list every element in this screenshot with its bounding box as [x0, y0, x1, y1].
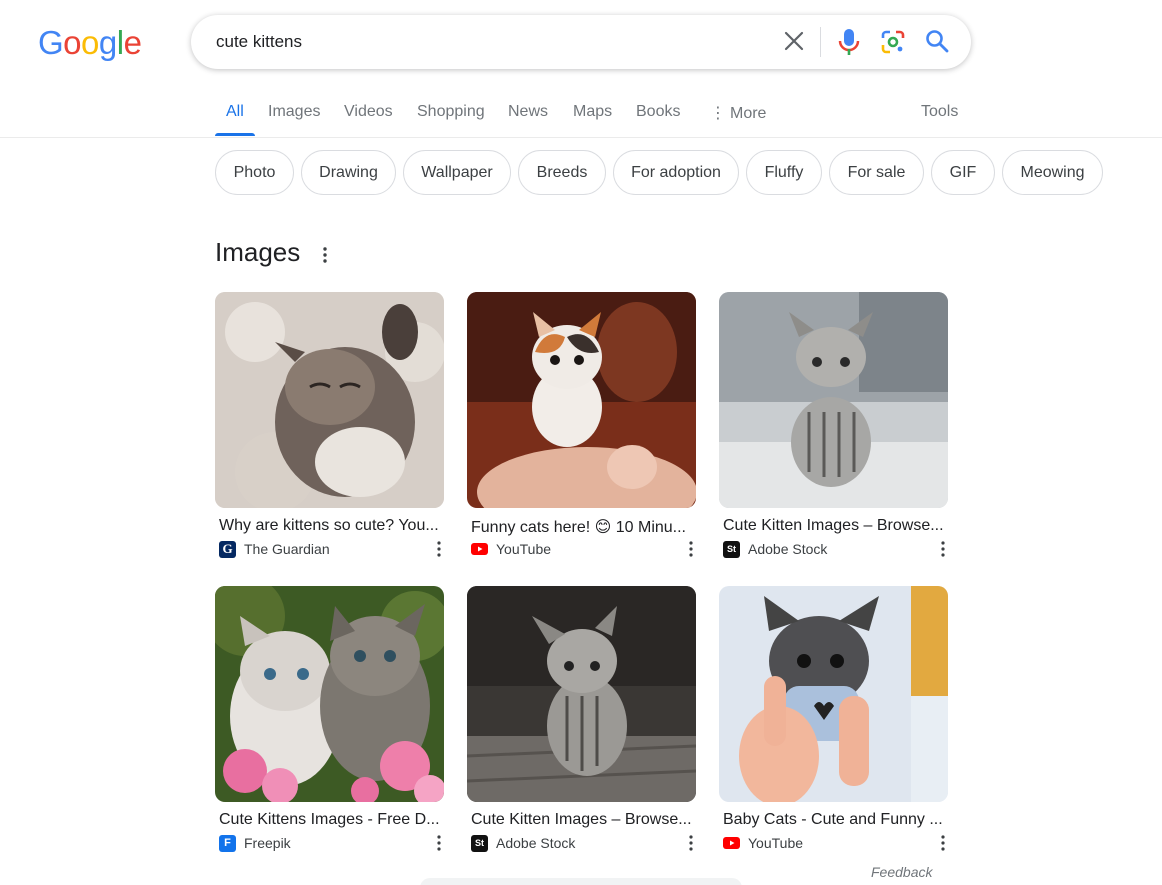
chip-meowing[interactable]: Meowing [1002, 150, 1103, 195]
search-input[interactable]: cute kittens [216, 32, 302, 52]
source-name: The Guardian [244, 541, 330, 557]
chip-for-sale[interactable]: For sale [829, 150, 924, 195]
tab-more-label: More [730, 105, 767, 122]
search-icon[interactable] [924, 28, 950, 54]
youtube-icon [471, 541, 488, 558]
more-vert-icon[interactable] [687, 834, 695, 852]
tools-button[interactable]: Tools [921, 103, 958, 121]
logo-letter: g [98, 24, 117, 61]
source-name: Freepik [244, 835, 291, 851]
image-result[interactable]: Cute Kitten Images – Browse... St Adobe … [467, 586, 696, 852]
chip-fluffy[interactable]: Fluffy [746, 150, 822, 195]
chip-drawing[interactable]: Drawing [301, 150, 396, 195]
more-vert-icon[interactable] [435, 834, 443, 852]
feedback-link[interactable]: Feedback [871, 864, 932, 880]
show-more-button[interactable] [420, 878, 742, 885]
image-result[interactable]: Baby Cats - Cute and Funny ... YouTube [719, 586, 948, 851]
more-vert-icon: ⋮ [710, 105, 726, 122]
logo-letter: o [81, 24, 99, 61]
tab-news[interactable]: News [508, 103, 548, 121]
source-name: YouTube [748, 835, 804, 851]
google-logo[interactable]: Google [38, 24, 142, 62]
search-divider [820, 27, 821, 57]
logo-letter: o [63, 24, 82, 61]
guardian-icon: G [219, 540, 236, 558]
google-lens-icon[interactable] [880, 29, 906, 55]
image-result[interactable]: Cute Kitten Images – Browse... St Adobe … [719, 292, 948, 558]
logo-letter: l [116, 24, 124, 61]
source-name: Adobe Stock [748, 541, 828, 557]
tab-images[interactable]: Images [268, 103, 320, 121]
result-title[interactable]: Why are kittens so cute? You... [219, 517, 441, 535]
chip-photo[interactable]: Photo [215, 150, 294, 195]
more-vert-icon[interactable] [318, 245, 332, 265]
logo-letter: e [123, 24, 142, 61]
adobe-stock-icon: St [723, 540, 740, 558]
chip-wallpaper[interactable]: Wallpaper [403, 150, 511, 195]
microphone-icon[interactable] [836, 27, 862, 57]
kitten-thumbnail[interactable] [215, 292, 444, 508]
source-name: Adobe Stock [496, 835, 576, 851]
image-result[interactable]: Why are kittens so cute? You... G The Gu… [215, 292, 444, 558]
result-source[interactable]: YouTube [471, 540, 551, 558]
result-title[interactable]: Baby Cats - Cute and Funny ... [723, 811, 945, 829]
freepik-icon: F [219, 834, 236, 852]
image-result[interactable]: Funny cats here! 😊 10 Minu... YouTube [467, 292, 696, 557]
adobe-stock-icon: St [471, 834, 488, 852]
result-title[interactable]: Funny cats here! 😊 10 Minu... [471, 517, 693, 537]
source-name: YouTube [496, 541, 552, 557]
result-title[interactable]: Cute Kittens Images - Free D... [219, 811, 441, 829]
tab-videos[interactable]: Videos [344, 103, 393, 121]
search-tabs: All Images Videos Shopping News Maps Boo… [0, 88, 1162, 138]
more-vert-icon[interactable] [939, 834, 947, 852]
result-source[interactable]: St Adobe Stock [471, 834, 575, 852]
clear-icon[interactable] [780, 27, 808, 55]
more-vert-icon[interactable] [435, 540, 443, 558]
chip-gif[interactable]: GIF [931, 150, 995, 195]
youtube-icon [723, 835, 740, 852]
chip-for-adoption[interactable]: For adoption [613, 150, 739, 195]
kitten-thumbnail[interactable] [467, 586, 696, 802]
kitten-thumbnail[interactable] [719, 586, 948, 802]
tab-shopping[interactable]: Shopping [417, 103, 485, 121]
kitten-thumbnail[interactable] [215, 586, 444, 802]
result-source[interactable]: G The Guardian [219, 540, 330, 558]
tab-maps[interactable]: Maps [573, 103, 612, 121]
tab-all[interactable]: All [226, 103, 244, 121]
active-tab-indicator [215, 133, 255, 136]
tab-books[interactable]: Books [636, 103, 680, 121]
result-title[interactable]: Cute Kitten Images – Browse... [723, 517, 945, 535]
kitten-thumbnail[interactable] [467, 292, 696, 508]
image-result[interactable]: Cute Kittens Images - Free D... F Freepi… [215, 586, 444, 852]
images-section-title: Images [215, 237, 301, 267]
chip-breeds[interactable]: Breeds [518, 150, 606, 195]
more-vert-icon[interactable] [939, 540, 947, 558]
result-source[interactable]: F Freepik [219, 834, 291, 852]
kitten-thumbnail[interactable] [719, 292, 948, 508]
more-vert-icon[interactable] [687, 540, 695, 558]
result-source[interactable]: St Adobe Stock [723, 540, 827, 558]
result-source[interactable]: YouTube [723, 834, 803, 852]
logo-letter: G [38, 24, 64, 61]
tab-more[interactable]: ⋮ More [710, 103, 766, 123]
result-title[interactable]: Cute Kitten Images – Browse... [471, 811, 693, 829]
